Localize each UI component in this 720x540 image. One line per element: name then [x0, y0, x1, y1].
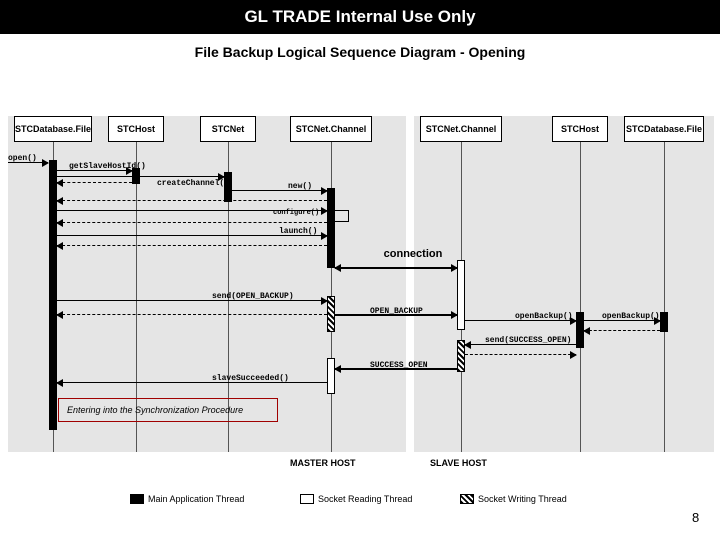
return [57, 314, 327, 315]
return [57, 200, 327, 201]
msg-configure: configure() [335, 210, 349, 222]
lifeline [580, 142, 581, 452]
lifeline [664, 142, 665, 452]
msg-getslavehostid: getSlaveHostId() [57, 170, 132, 171]
legend-read-thread: Socket Reading Thread [300, 494, 412, 504]
legend-main-thread: Main Application Thread [130, 494, 244, 504]
participant-stcdatabasefile-slave: STCDatabase.File [624, 116, 704, 142]
msg-new: new() [232, 190, 327, 191]
participant-stchost-master: STCHost [108, 116, 164, 142]
msg-createchannel: createChannel() [57, 176, 224, 177]
msg-send-success-open: send(SUCCESS_OPEN) [465, 344, 576, 345]
activation [327, 296, 335, 332]
msg-openbackup-call: openBackup() [465, 320, 576, 321]
msg-open: open() [8, 162, 48, 163]
msg-launch: launch() [57, 235, 327, 236]
participant-stcnetchannel-slave: STCNet.Channel [420, 116, 502, 142]
participant-stcdatabasefile-master: STCDatabase.File [14, 116, 92, 142]
msg-openbackup-call2: openBackup() [584, 320, 660, 321]
swatch-read [300, 494, 314, 504]
msg-open-backup: OPEN_BACKUP [335, 314, 457, 316]
legend-label: Main Application Thread [148, 494, 244, 504]
msg-connection [335, 267, 457, 269]
return [57, 182, 132, 183]
msg-send-open-backup: send(OPEN_BACKUP) [57, 300, 327, 301]
msg-success-open: SUCCESS_OPEN [335, 368, 457, 370]
swatch-main [130, 494, 144, 504]
participant-stcnet: STCNet [200, 116, 256, 142]
return [465, 354, 576, 355]
connection-label: connection [378, 248, 448, 260]
legend-write-thread: Socket Writing Thread [460, 494, 567, 504]
activation [457, 260, 465, 330]
msg-slavesucceeded: slaveSucceeded() [57, 382, 327, 383]
participant-stchost-slave: STCHost [552, 116, 608, 142]
slave-host-label: SLAVE HOST [430, 458, 487, 468]
page-number: 8 [692, 510, 699, 525]
return [57, 245, 327, 246]
master-host-label: MASTER HOST [290, 458, 356, 468]
note-sync-procedure: Entering into the Synchronization Proced… [58, 398, 278, 422]
return [57, 222, 327, 223]
activation [327, 188, 335, 268]
swatch-write [460, 494, 474, 504]
sequence-diagram: STCDatabase.File STCHost STCNet STCNet.C… [0, 0, 720, 540]
legend-label: Socket Writing Thread [478, 494, 567, 504]
return [584, 330, 660, 331]
msg [57, 210, 327, 211]
activation [660, 312, 668, 332]
participant-stcnetchannel-master: STCNet.Channel [290, 116, 372, 142]
activation [327, 358, 335, 394]
legend-label: Socket Reading Thread [318, 494, 412, 504]
